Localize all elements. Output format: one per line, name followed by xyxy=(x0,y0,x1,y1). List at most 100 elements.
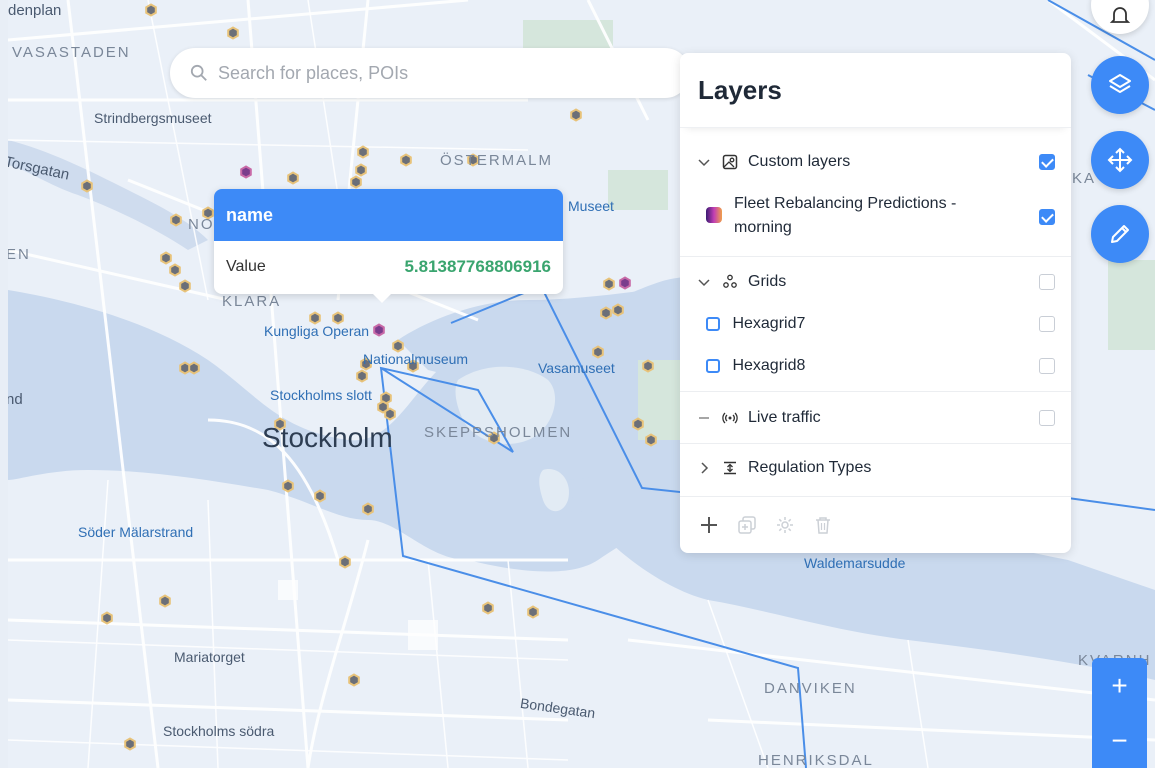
poi-marker[interactable] xyxy=(357,145,369,159)
poi-marker[interactable] xyxy=(124,737,136,751)
layer-item-label: Hexagrid7 xyxy=(732,315,806,332)
poi-marker[interactable] xyxy=(603,277,615,291)
map-label-strindbergsmuseet: Strindbergsmuseet xyxy=(94,110,212,126)
chevron-down-icon[interactable] xyxy=(698,276,710,288)
poi-marker[interactable] xyxy=(169,263,181,277)
poi-marker[interactable] xyxy=(179,279,191,293)
poi-marker[interactable] xyxy=(392,339,404,353)
move-tool-button[interactable] xyxy=(1091,131,1149,189)
poi-marker[interactable] xyxy=(227,26,239,40)
poi-marker[interactable] xyxy=(600,306,612,320)
poi-marker[interactable] xyxy=(339,555,351,569)
poi-marker[interactable] xyxy=(145,3,157,17)
map-label-karlaplan: KA xyxy=(1072,170,1097,187)
poi-marker[interactable] xyxy=(612,303,624,317)
layer-group-custom-layers[interactable]: Custom layers xyxy=(680,152,1071,172)
poi-marker[interactable] xyxy=(632,417,644,431)
map-label-ostermalm: ÖSTERMALM xyxy=(440,152,554,169)
chevron-right-icon[interactable] xyxy=(698,462,710,474)
layers-icon xyxy=(1109,74,1131,93)
map-label-skeppsholmen: SKEPPSHOLMEN xyxy=(424,424,573,441)
map-label-stockholm: Stockholm xyxy=(262,422,393,453)
layer-item-fleet-rebalancing[interactable]: Fleet Rebalancing Predictions - morning xyxy=(680,190,1071,242)
layer-item-checkbox[interactable] xyxy=(1039,358,1055,374)
poi-marker[interactable] xyxy=(159,594,171,608)
poi-marker[interactable] xyxy=(527,605,539,619)
poi-marker[interactable] xyxy=(619,276,631,290)
add-layer-button[interactable] xyxy=(696,512,722,538)
layer-settings-button[interactable] xyxy=(772,512,798,538)
layer-group-label: Regulation Types xyxy=(748,459,872,476)
square-icon xyxy=(706,359,720,373)
map-label-danviken: DANVIKEN xyxy=(764,680,857,697)
map-label-vasamuseet: Vasamuseet xyxy=(538,360,615,376)
layer-item-checkbox[interactable] xyxy=(1039,209,1055,225)
map-label-stockholms-sodra: Stockholms södra xyxy=(163,723,275,739)
poi-marker[interactable] xyxy=(287,171,299,185)
poi-marker[interactable] xyxy=(384,407,396,421)
poi-marker[interactable] xyxy=(282,479,294,493)
gear-icon xyxy=(777,517,793,533)
poi-marker[interactable] xyxy=(373,323,385,337)
popup-field-label: Value xyxy=(226,258,266,275)
layer-item-checkbox[interactable] xyxy=(1039,316,1055,332)
gradient-swatch-icon xyxy=(706,207,722,223)
layer-group-checkbox[interactable] xyxy=(1039,154,1055,170)
layer-group-checkbox[interactable] xyxy=(1039,274,1055,290)
poi-marker[interactable] xyxy=(348,673,360,687)
zoom-in-button[interactable]: + xyxy=(1092,658,1147,713)
layer-group-grids[interactable]: Grids xyxy=(680,272,1071,292)
layer-group-regulation-types[interactable]: Regulation Types xyxy=(680,458,1071,478)
map-label-nd: nd xyxy=(8,391,23,408)
draw-tool-button[interactable] xyxy=(1091,205,1149,263)
divider xyxy=(680,391,1071,392)
search-bar[interactable] xyxy=(170,48,690,98)
search-input[interactable] xyxy=(216,61,640,85)
layer-item-hexagrid7[interactable]: Hexagrid7 xyxy=(680,313,1071,335)
zoom-out-button[interactable]: − xyxy=(1092,713,1147,768)
poi-marker[interactable] xyxy=(570,108,582,122)
regulation-icon xyxy=(724,461,736,475)
layers-panel-title: Layers xyxy=(680,53,1071,128)
poi-marker[interactable] xyxy=(160,251,172,265)
broadcast-icon xyxy=(722,412,738,424)
duplicate-icon xyxy=(738,516,756,534)
popup-field-value: 5.81387768806916 xyxy=(404,257,551,276)
poi-marker[interactable] xyxy=(642,359,654,373)
layers-panel: Layers Custom layers Fleet Rebalancing P… xyxy=(680,53,1071,553)
poi-marker[interactable] xyxy=(240,165,252,179)
divider xyxy=(680,256,1071,257)
popup-pointer xyxy=(372,293,392,303)
poi-marker[interactable] xyxy=(355,163,367,177)
poi-marker[interactable] xyxy=(314,489,326,503)
delete-layer-button[interactable] xyxy=(810,512,836,538)
pencil-icon xyxy=(1111,225,1129,243)
poi-marker[interactable] xyxy=(309,311,321,325)
poi-marker[interactable] xyxy=(356,369,368,383)
poi-marker[interactable] xyxy=(400,153,412,167)
layer-item-hexagrid8[interactable]: Hexagrid8 xyxy=(680,355,1071,377)
layer-group-live-traffic[interactable]: Live traffic xyxy=(680,408,1071,428)
poi-marker[interactable] xyxy=(645,433,657,447)
poi-marker[interactable] xyxy=(81,179,93,193)
poi-marker[interactable] xyxy=(592,345,604,359)
map-label-mariatorget: Mariatorget xyxy=(174,649,245,665)
poi-marker[interactable] xyxy=(350,175,362,189)
plus-icon xyxy=(701,517,717,533)
poi-marker[interactable] xyxy=(332,311,344,325)
layer-item-label-line2: morning xyxy=(734,219,792,236)
layer-group-checkbox[interactable] xyxy=(1039,410,1055,426)
layers-toggle-button[interactable] xyxy=(1091,56,1149,114)
map-label-denplan: denplan xyxy=(8,2,62,19)
popup-title: name xyxy=(214,189,563,241)
poi-marker[interactable] xyxy=(362,502,374,516)
poi-marker[interactable] xyxy=(482,601,494,615)
search-icon xyxy=(190,64,207,81)
chevron-down-icon[interactable] xyxy=(698,156,710,168)
poi-marker[interactable] xyxy=(170,213,182,227)
poi-marker[interactable] xyxy=(188,361,200,375)
map-label-henriksdal: HENRIKSDAL xyxy=(758,752,874,768)
poi-marker[interactable] xyxy=(101,611,113,625)
duplicate-layer-button[interactable] xyxy=(734,512,760,538)
grid-icon xyxy=(723,274,737,288)
